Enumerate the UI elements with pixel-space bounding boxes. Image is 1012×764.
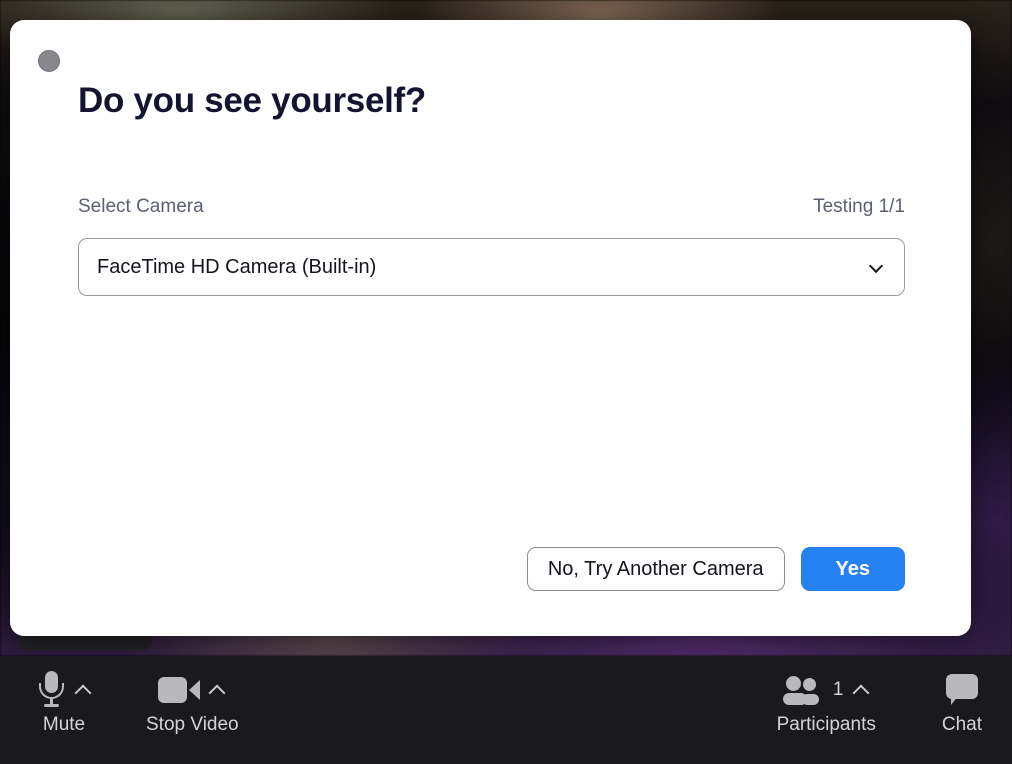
page-title: Do you see yourself? bbox=[78, 81, 426, 120]
toolbar-left-group: Mute Stop Video bbox=[36, 656, 239, 764]
chat-icon-row bbox=[944, 668, 980, 712]
toolbar-item-stop-video[interactable]: Stop Video bbox=[146, 656, 239, 736]
camera-select-dropdown[interactable]: FaceTime HD Camera (Built-in) bbox=[78, 238, 905, 296]
testing-status-text: Testing 1/1 bbox=[813, 196, 905, 217]
participants-icon bbox=[782, 676, 823, 705]
camera-field-header: Select Camera Testing 1/1 bbox=[78, 196, 905, 218]
participants-count: 1 bbox=[832, 679, 844, 700]
meeting-toolbar: Mute Stop Video 1 Participants Chat bbox=[0, 656, 1012, 764]
yes-button[interactable]: Yes bbox=[800, 547, 905, 591]
try-another-camera-button[interactable]: No, Try Another Camera bbox=[526, 547, 785, 591]
mute-caret-up-icon[interactable] bbox=[74, 681, 92, 699]
microphone-icon bbox=[36, 671, 66, 709]
chat-bubble-icon bbox=[944, 674, 980, 706]
close-circle-icon[interactable] bbox=[38, 50, 60, 72]
dialog-actions: No, Try Another Camera Yes bbox=[526, 547, 905, 591]
toolbar-item-participants[interactable]: 1 Participants bbox=[777, 656, 876, 736]
select-camera-label: Select Camera bbox=[78, 196, 204, 217]
toolbar-item-participants-label: Participants bbox=[776, 714, 876, 735]
toolbar-item-stop-video-label: Stop Video bbox=[146, 714, 239, 735]
toolbar-item-chat-label: Chat bbox=[941, 714, 982, 735]
participants-caret-up-icon[interactable] bbox=[852, 681, 870, 699]
stop-video-icon-row bbox=[158, 668, 226, 712]
toolbar-item-mute[interactable]: Mute bbox=[36, 656, 92, 736]
video-caret-up-icon[interactable] bbox=[208, 681, 226, 699]
camera-preview-dialog: Do you see yourself? Select Camera Testi… bbox=[10, 20, 971, 636]
mute-icon-row bbox=[36, 668, 92, 712]
chevron-down-icon bbox=[870, 260, 884, 274]
toolbar-item-chat[interactable]: Chat bbox=[942, 656, 982, 736]
video-camera-icon bbox=[158, 677, 201, 703]
toolbar-item-mute-label: Mute bbox=[42, 714, 86, 735]
zoom-meeting-screen: Do you see yourself? Select Camera Testi… bbox=[0, 0, 1012, 764]
toolbar-right-group: 1 Participants Chat bbox=[777, 656, 982, 764]
camera-select-value: FaceTime HD Camera (Built-in) bbox=[97, 255, 377, 278]
participants-icon-row: 1 bbox=[782, 668, 870, 712]
